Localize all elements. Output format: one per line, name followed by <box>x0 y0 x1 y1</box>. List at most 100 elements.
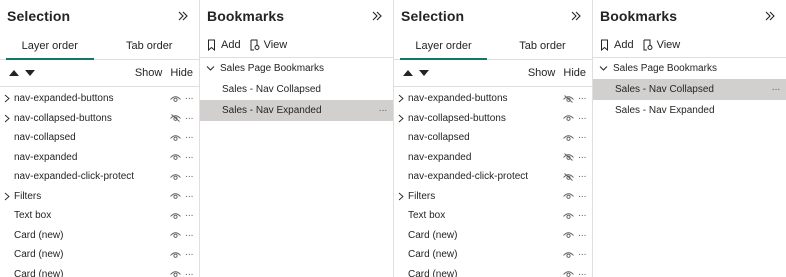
more-options-icon[interactable]: ··· <box>183 171 195 182</box>
layer-row[interactable]: Card (new) ··· <box>0 226 199 246</box>
eye-icon[interactable] <box>562 210 574 222</box>
layer-row[interactable]: Filters ··· <box>0 187 199 207</box>
layer-row[interactable]: Card (new) ··· <box>394 245 592 265</box>
chevron-right-icon[interactable] <box>4 89 13 108</box>
more-options-icon[interactable]: ··· <box>576 152 588 163</box>
tab-tab-order[interactable]: Tab order <box>100 32 200 59</box>
layer-row[interactable]: Card (new) ··· <box>0 265 199 277</box>
layer-row[interactable]: nav-expanded-click-protect ··· <box>394 167 592 187</box>
more-options-icon[interactable]: ··· <box>183 113 195 124</box>
move-down-button[interactable] <box>418 67 430 79</box>
bookmark-item[interactable]: Sales - Nav Expanded <box>593 100 786 121</box>
chevron-right-icon[interactable] <box>398 109 407 128</box>
show-all-button[interactable]: Show <box>528 67 556 79</box>
bookmark-item[interactable]: Sales - Nav Expanded ··· <box>200 100 393 121</box>
bookmark-item[interactable]: Sales - Nav Collapsed <box>200 79 393 100</box>
layer-row[interactable]: nav-expanded-buttons ··· <box>394 89 592 109</box>
more-options-icon[interactable]: ··· <box>183 249 195 260</box>
eye-hidden-icon[interactable] <box>169 112 181 124</box>
layer-row[interactable]: Card (new) ··· <box>394 226 592 246</box>
layer-row[interactable]: nav-expanded ··· <box>0 148 199 168</box>
pane-title: Bookmarks <box>207 8 285 24</box>
chevron-right-icon[interactable] <box>4 109 13 128</box>
more-options-icon[interactable]: ··· <box>576 249 588 260</box>
eye-icon[interactable] <box>169 190 181 202</box>
hide-all-button[interactable]: Hide <box>170 67 193 79</box>
more-options-icon[interactable]: ··· <box>183 191 195 202</box>
collapse-pane-button[interactable] <box>762 8 778 24</box>
more-options-icon[interactable]: ··· <box>183 152 195 163</box>
chevron-right-icon[interactable] <box>4 187 13 206</box>
move-up-button[interactable] <box>402 67 414 79</box>
bookmark-item[interactable]: Sales - Nav Collapsed ··· <box>593 79 786 100</box>
eye-icon[interactable] <box>169 268 181 277</box>
chevron-right-icon[interactable] <box>398 187 407 206</box>
move-down-button[interactable] <box>24 67 36 79</box>
eye-icon[interactable] <box>562 229 574 241</box>
eye-icon[interactable] <box>562 268 574 277</box>
more-options-icon[interactable]: ··· <box>183 93 195 104</box>
view-button[interactable]: View <box>642 39 680 51</box>
more-options-icon[interactable]: ··· <box>772 84 781 95</box>
layer-row[interactable]: Card (new) ··· <box>0 245 199 265</box>
layer-row[interactable]: nav-collapsed ··· <box>394 128 592 148</box>
eye-icon[interactable] <box>169 229 181 241</box>
tab-tab-order[interactable]: Tab order <box>493 32 592 59</box>
show-all-button[interactable]: Show <box>135 67 163 79</box>
expand-spacer <box>4 245 13 264</box>
layer-row[interactable]: Filters ··· <box>394 187 592 207</box>
bookmark-list: Sales - Nav Collapsed ··· Sales - Nav Expa… <box>593 79 786 121</box>
tab-layer-order[interactable]: Layer order <box>394 32 493 60</box>
collapse-pane-button[interactable] <box>369 8 385 24</box>
more-options-icon[interactable]: ··· <box>576 269 588 277</box>
more-options-icon[interactable]: ··· <box>576 132 588 143</box>
eye-icon[interactable] <box>562 112 574 124</box>
more-options-icon[interactable]: ··· <box>576 171 588 182</box>
bookmarks-pane: Bookmarks Add View Sales Page Bookmarks … <box>593 0 786 277</box>
layer-row[interactable]: nav-expanded-buttons ··· <box>0 89 199 109</box>
more-options-icon[interactable]: ··· <box>183 269 195 277</box>
more-options-icon[interactable]: ··· <box>576 113 588 124</box>
eye-icon[interactable] <box>562 132 574 144</box>
add-bookmark-button[interactable]: Add <box>206 39 241 51</box>
eye-icon[interactable] <box>169 210 181 222</box>
eye-icon[interactable] <box>169 171 181 183</box>
tab-layer-order[interactable]: Layer order <box>0 32 100 60</box>
bookmark-group[interactable]: Sales Page Bookmarks <box>593 58 786 79</box>
move-up-button[interactable] <box>8 67 20 79</box>
eye-icon[interactable] <box>169 249 181 261</box>
layer-row[interactable]: Text box ··· <box>394 206 592 226</box>
layer-row[interactable]: nav-collapsed ··· <box>0 128 199 148</box>
eye-icon[interactable] <box>562 249 574 261</box>
collapse-pane-button[interactable] <box>175 8 191 24</box>
layer-row[interactable]: Card (new) ··· <box>394 265 592 277</box>
eye-hidden-icon[interactable] <box>562 93 574 105</box>
bookmark-group[interactable]: Sales Page Bookmarks <box>200 58 393 79</box>
more-options-icon[interactable]: ··· <box>576 191 588 202</box>
more-options-icon[interactable]: ··· <box>576 230 588 241</box>
eye-hidden-icon[interactable] <box>562 151 574 163</box>
hide-all-button[interactable]: Hide <box>563 67 586 79</box>
eye-icon[interactable] <box>169 93 181 105</box>
eye-icon[interactable] <box>562 190 574 202</box>
eye-hidden-icon[interactable] <box>562 171 574 183</box>
chevron-right-icon[interactable] <box>398 89 407 108</box>
layer-row[interactable]: nav-collapsed-buttons ··· <box>0 109 199 129</box>
add-bookmark-button[interactable]: Add <box>599 39 634 51</box>
more-options-icon[interactable]: ··· <box>576 93 588 104</box>
layer-row[interactable]: nav-expanded ··· <box>394 148 592 168</box>
layer-name: Card (new) <box>408 249 458 261</box>
layer-row[interactable]: nav-collapsed-buttons ··· <box>394 109 592 129</box>
add-label: Add <box>221 38 241 51</box>
layer-row[interactable]: nav-expanded-click-protect ··· <box>0 167 199 187</box>
eye-icon[interactable] <box>169 132 181 144</box>
layer-row[interactable]: Text box ··· <box>0 206 199 226</box>
more-options-icon[interactable]: ··· <box>183 230 195 241</box>
more-options-icon[interactable]: ··· <box>183 132 195 143</box>
more-options-icon[interactable]: ··· <box>379 105 388 116</box>
more-options-icon[interactable]: ··· <box>183 210 195 221</box>
more-options-icon[interactable]: ··· <box>576 210 588 221</box>
view-button[interactable]: View <box>249 39 287 51</box>
collapse-pane-button[interactable] <box>568 8 584 24</box>
eye-icon[interactable] <box>169 151 181 163</box>
